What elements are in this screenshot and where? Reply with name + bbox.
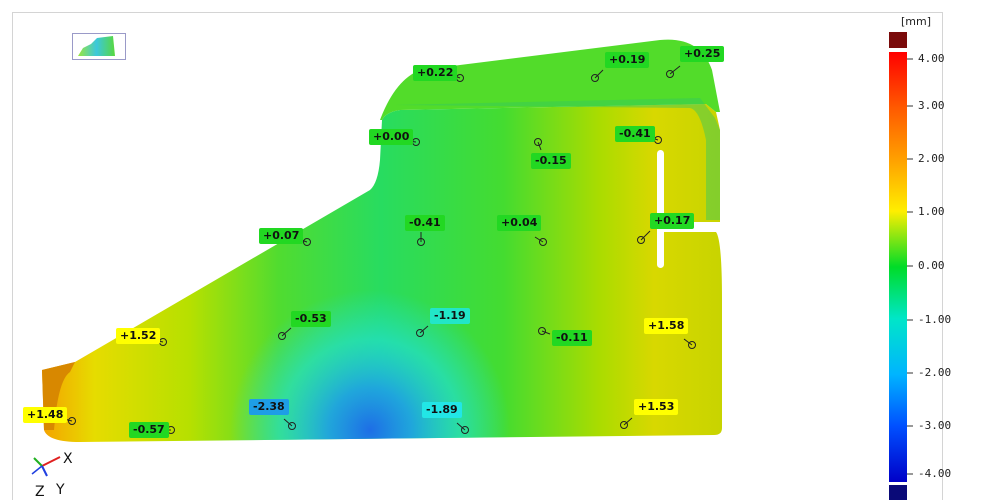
scale-tick-label: 1.00: [918, 205, 945, 218]
color-scale-bar: [889, 52, 907, 482]
deviation-label[interactable]: +0.07: [259, 228, 304, 244]
deviation-label[interactable]: +1.53: [634, 399, 679, 415]
axis-triad: [31, 456, 61, 477]
scale-tick-label: 0.00: [918, 259, 945, 272]
deviation-label[interactable]: -0.41: [405, 215, 445, 231]
deviation-label[interactable]: +1.52: [116, 328, 161, 344]
deviation-label[interactable]: +1.48: [23, 407, 68, 423]
scale-tick-label: 3.00: [918, 99, 945, 112]
scale-over-limit-swatch: [889, 32, 907, 48]
deviation-label[interactable]: +0.00: [369, 129, 414, 145]
deviation-label[interactable]: -1.89: [422, 402, 462, 418]
scale-tick-label: -2.00: [918, 366, 952, 379]
deviation-label[interactable]: -2.38: [249, 399, 289, 415]
scale-unit-label: [mm]: [901, 15, 932, 28]
deviation-label[interactable]: -0.15: [531, 153, 571, 169]
scale-tick-label: 2.00: [918, 152, 945, 165]
deviation-label[interactable]: -0.11: [552, 330, 592, 346]
deviation-label[interactable]: -1.19: [430, 308, 470, 324]
deviation-label[interactable]: +0.25: [680, 46, 725, 62]
deviation-label[interactable]: +1.58: [644, 318, 689, 334]
deviation-label[interactable]: +0.22: [413, 65, 458, 81]
scale-tick-label: -3.00: [918, 419, 952, 432]
deviation-label[interactable]: -0.57: [129, 422, 169, 438]
axis-z-label: Z: [35, 484, 45, 500]
scale-tick-label: -4.00: [918, 467, 952, 480]
deviation-label[interactable]: +0.04: [497, 215, 542, 231]
axis-x-label: X: [63, 451, 73, 467]
deviation-label[interactable]: -0.41: [615, 126, 655, 142]
deviation-label[interactable]: -0.53: [291, 311, 331, 327]
scale-under-limit-swatch: [889, 485, 907, 500]
axis-y-label: Y: [56, 482, 65, 498]
scale-tick-label: 4.00: [918, 52, 945, 65]
scale-tick-label: -1.00: [918, 313, 952, 326]
deviation-label[interactable]: +0.17: [650, 213, 695, 229]
deviation-label[interactable]: +0.19: [605, 52, 650, 68]
